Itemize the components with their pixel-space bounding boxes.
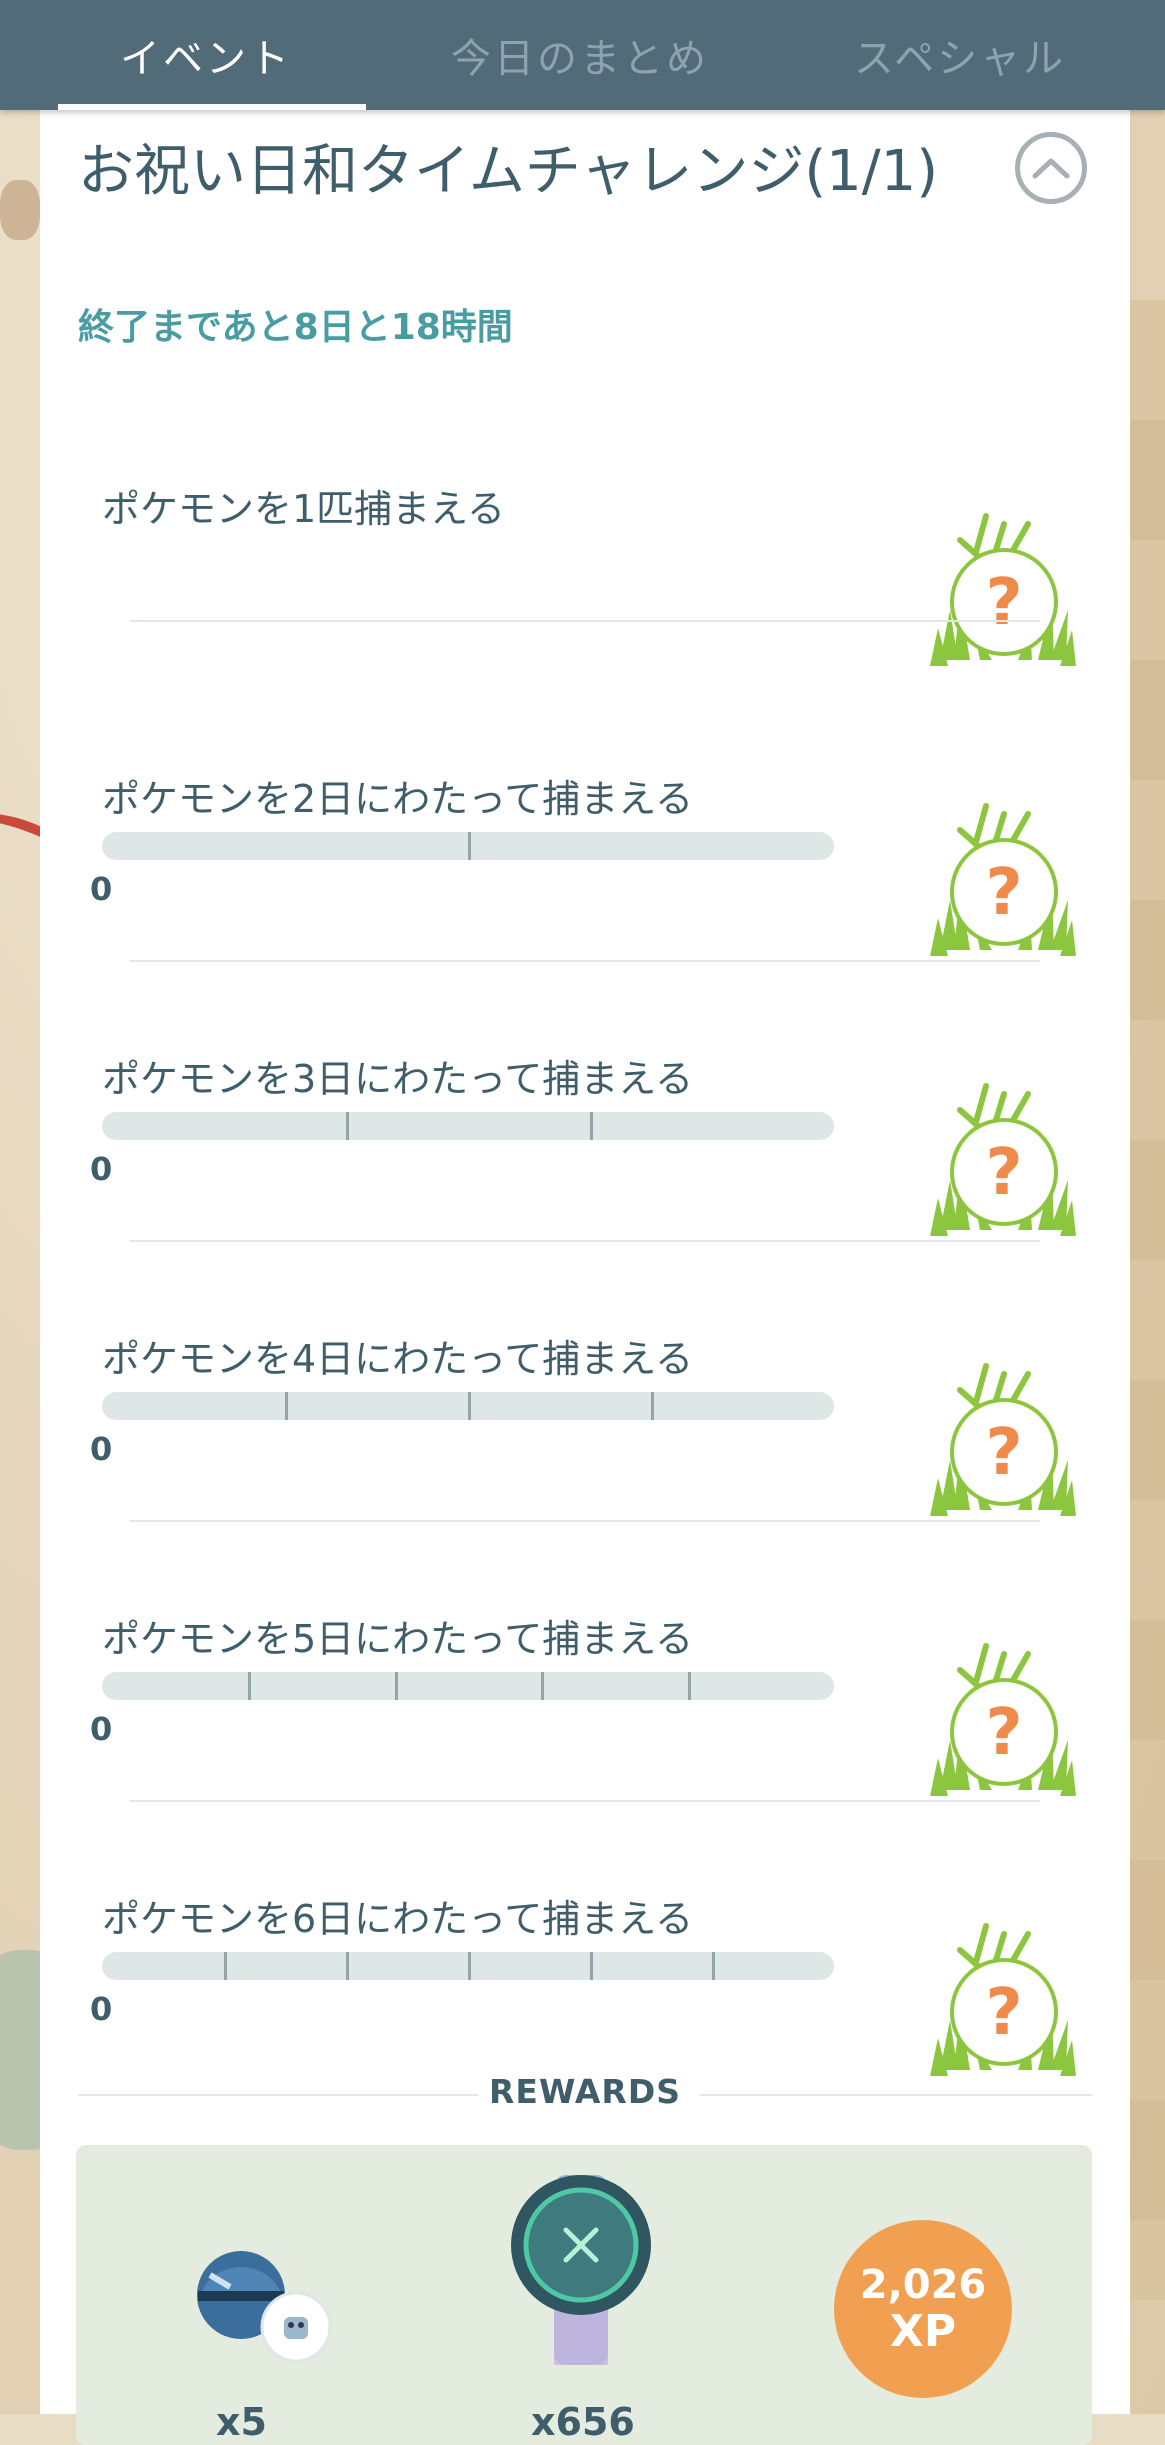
task-progress-count: 0 <box>90 870 113 908</box>
svg-text:?: ? <box>985 1416 1022 1490</box>
task-divider <box>130 960 1040 962</box>
task-divider <box>130 1240 1040 1242</box>
rewards-box: x5 x656 2,026 XP <box>76 2145 1092 2445</box>
tab-special[interactable]: スペシャル <box>780 0 1140 110</box>
task-divider <box>130 1520 1040 1522</box>
svg-text:?: ? <box>985 856 1022 930</box>
challenge-panel: お祝い日和タイムチャレンジ(1/1) 終了まであと8日と18時間 ポケモンを1匹… <box>40 110 1130 2445</box>
mystery-encounter-icon: ? <box>920 1360 1080 1520</box>
collapse-button[interactable] <box>1015 132 1087 204</box>
task-label: ポケモンを6日にわたって捕まえる <box>102 1897 694 1941</box>
incense-count: x656 <box>531 2400 635 2444</box>
countdown-text: 終了まであと8日と18時間 <box>78 307 513 348</box>
great-ball-icon <box>197 2251 332 2363</box>
task-progress-bar <box>102 1672 834 1700</box>
task-progress-count: 0 <box>90 1990 113 2028</box>
mystery-encounter-icon: ? <box>920 1640 1080 1800</box>
task-progress-tick <box>468 1392 471 1420</box>
task-progress-tick <box>651 1392 654 1420</box>
mystery-encounter-icon: ? <box>920 1080 1080 1240</box>
incense-icon <box>511 2175 651 2365</box>
challenge-title: お祝い日和タイムチャレンジ(1/1) <box>78 139 939 204</box>
task-progress-tick <box>687 1672 691 1700</box>
task-label: ポケモンを2日にわたって捕まえる <box>102 777 694 821</box>
task-divider <box>130 1800 1040 1802</box>
rewards-divider-right <box>700 2094 1092 2096</box>
tab-event[interactable]: イベント <box>26 0 386 110</box>
task-progress-tick <box>541 1672 545 1700</box>
task-progress-count: 0 <box>90 1150 113 1188</box>
task-progress-tick <box>590 1952 593 1980</box>
svg-text:?: ? <box>985 1696 1022 1770</box>
task-progress-bar <box>102 1392 834 1420</box>
svg-text:?: ? <box>985 566 1022 640</box>
task-label: ポケモンを1匹捕まえる <box>102 487 506 531</box>
svg-text:?: ? <box>985 1976 1022 2050</box>
mystery-encounter-icon: ? <box>920 1920 1080 2080</box>
task-progress-tick <box>468 832 471 860</box>
mystery-encounter-icon: ? <box>920 510 1080 670</box>
task-progress-bar <box>102 1952 834 1980</box>
task-divider <box>130 620 1040 622</box>
task-progress-count: 0 <box>90 1430 113 1468</box>
xp-value: 2,026 <box>859 2262 987 2308</box>
rewards-heading: REWARDS <box>489 2072 681 2111</box>
svg-text:?: ? <box>985 1136 1022 1210</box>
chevron-up-icon <box>1032 158 1070 179</box>
task-progress-tick <box>394 1672 398 1700</box>
tab-daily-summary[interactable]: 今日のまとめ <box>400 0 760 110</box>
task-progress-tick <box>590 1112 593 1140</box>
tab-bar: イベント 今日のまとめ スペシャル <box>0 0 1165 110</box>
task-label: ポケモンを4日にわたって捕まえる <box>102 1337 694 1381</box>
task-progress-tick <box>285 1392 288 1420</box>
task-progress-bar <box>102 1112 834 1140</box>
task-progress-tick <box>468 1952 471 1980</box>
mystery-encounter-icon: ? <box>920 800 1080 960</box>
task-progress-tick <box>346 1952 349 1980</box>
active-tab-indicator <box>58 104 366 110</box>
task-label: ポケモンを5日にわたって捕まえる <box>102 1617 694 1661</box>
task-progress-count: 0 <box>90 1710 113 1748</box>
xp-unit: XP <box>889 2306 957 2357</box>
task-progress-tick <box>346 1112 349 1140</box>
xp-badge: 2,026 XP <box>834 2220 1012 2398</box>
task-progress-tick <box>248 1672 252 1700</box>
task-progress-tick <box>224 1952 227 1980</box>
great-ball-count: x5 <box>216 2400 267 2444</box>
task-progress-tick <box>712 1952 715 1980</box>
task-label: ポケモンを3日にわたって捕まえる <box>102 1057 694 1101</box>
task-progress-bar <box>102 832 834 860</box>
